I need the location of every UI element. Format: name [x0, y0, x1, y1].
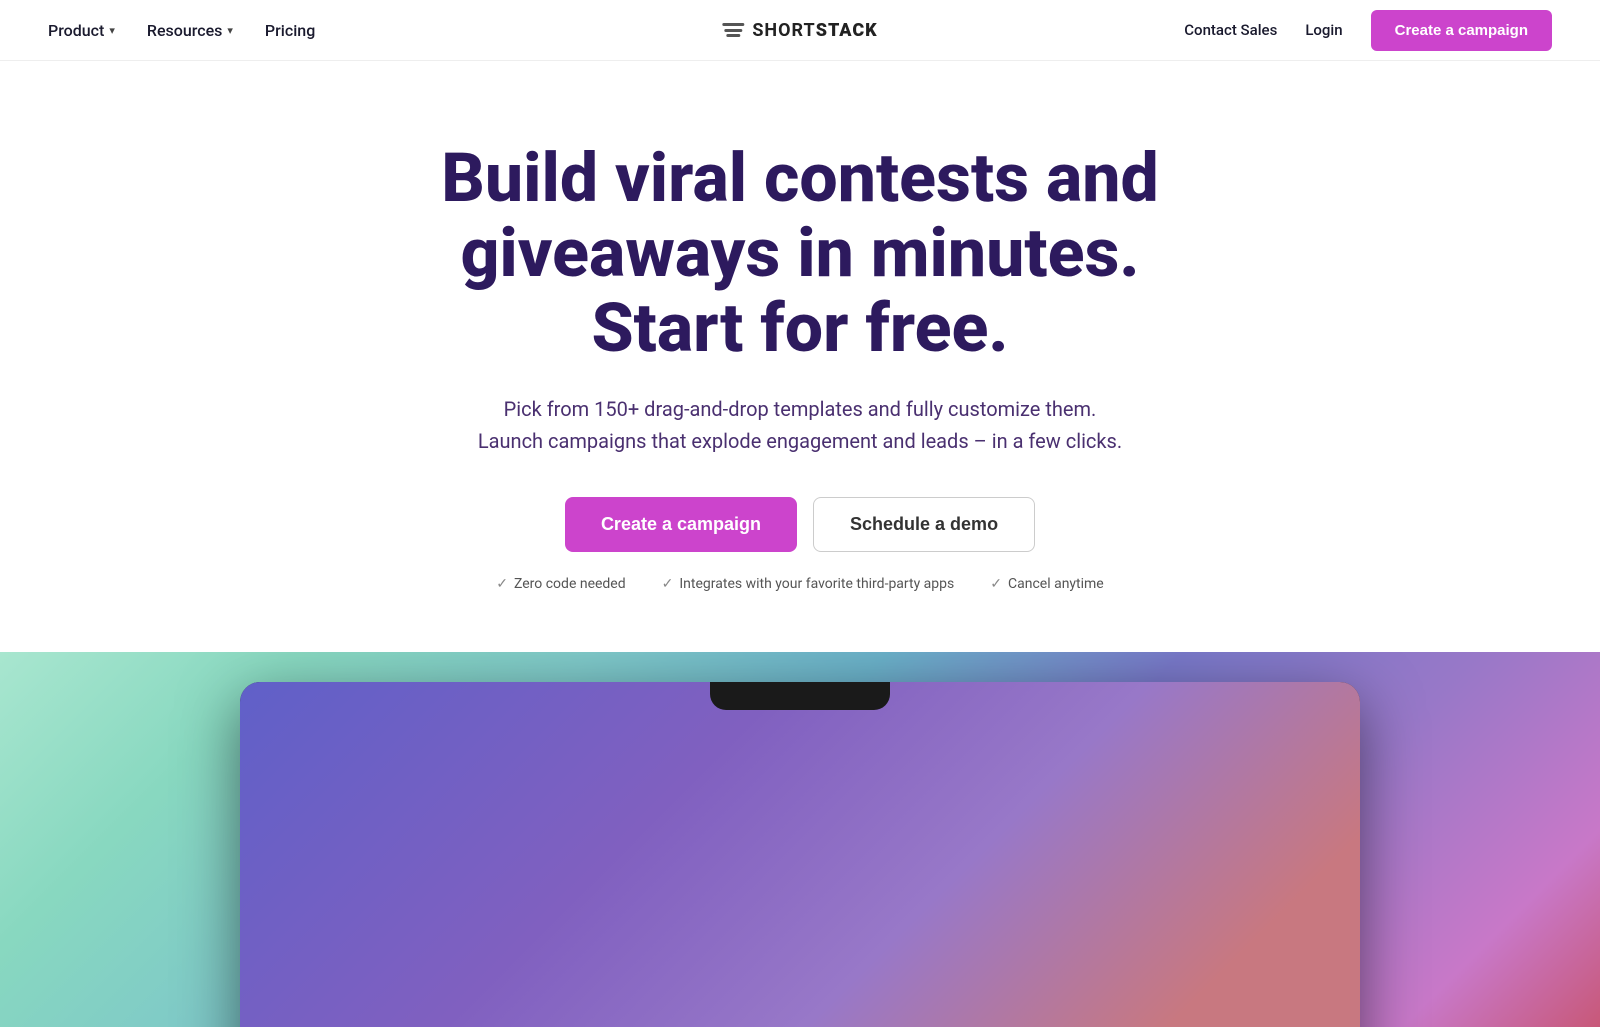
hero-headline-line3: Start for free.	[591, 288, 1008, 368]
hero-create-campaign-button[interactable]: Create a campaign	[565, 497, 797, 552]
check-label-1: Zero code needed	[514, 576, 626, 592]
logo-line-1	[722, 23, 744, 26]
site-logo[interactable]: SHORTSTACK	[722, 20, 877, 41]
check-icon-2: ✓	[662, 576, 674, 592]
nav-resources-label: Resources	[147, 21, 223, 40]
hero-headline-line2: giveaways in minutes.	[460, 213, 1139, 293]
logo-wordmark: SHORTSTACK	[752, 20, 877, 41]
nav-pricing[interactable]: Pricing	[265, 21, 315, 40]
laptop-notch	[710, 682, 890, 710]
nav-right: Contact Sales Login Create a campaign	[1184, 10, 1552, 51]
nav-pricing-label: Pricing	[265, 21, 315, 40]
hero-headline: Build viral contests and giveaways in mi…	[350, 141, 1250, 365]
nav-create-campaign-button[interactable]: Create a campaign	[1371, 10, 1552, 51]
demo-section: SHORT STACK paigns	[0, 652, 1600, 1027]
check-icon-1: ✓	[496, 576, 508, 592]
hero-subtext-line1: Pick from 150+ drag-and-drop templates a…	[504, 397, 1097, 421]
check-integrates: ✓ Integrates with your favorite third-pa…	[662, 576, 955, 592]
nav-resources[interactable]: Resources ▾	[147, 21, 233, 40]
hero-headline-line1: Build viral contests and	[441, 138, 1159, 218]
logo-icon	[722, 23, 744, 37]
screen-person	[704, 882, 1024, 1027]
login-link[interactable]: Login	[1305, 21, 1342, 39]
laptop-frame: SHORT STACK paigns	[240, 682, 1360, 1027]
check-icon-3: ✓	[990, 576, 1002, 592]
logo-line-2	[724, 29, 742, 32]
hero-buttons: Create a campaign Schedule a demo	[40, 497, 1560, 552]
contact-sales-link[interactable]: Contact Sales	[1184, 21, 1277, 39]
nav-left: Product ▾ Resources ▾ Pricing	[48, 21, 315, 40]
hero-checks: ✓ Zero code needed ✓ Integrates with you…	[40, 576, 1560, 592]
hero-schedule-demo-button[interactable]: Schedule a demo	[813, 497, 1035, 552]
hero-subtext: Pick from 150+ drag-and-drop templates a…	[460, 393, 1140, 457]
hero-section: Build viral contests and giveaways in mi…	[0, 61, 1600, 652]
navbar: Product ▾ Resources ▾ Pricing SHORTSTACK…	[0, 0, 1600, 61]
hero-subtext-line2: Launch campaigns that explode engagement…	[478, 429, 1122, 453]
check-cancel: ✓ Cancel anytime	[990, 576, 1103, 592]
product-chevron-icon: ▾	[109, 24, 115, 37]
nav-product-label: Product	[48, 21, 104, 40]
check-label-2: Integrates with your favorite third-part…	[679, 576, 954, 592]
check-label-3: Cancel anytime	[1008, 576, 1104, 592]
logo-line-3	[726, 34, 740, 37]
resources-chevron-icon: ▾	[227, 24, 233, 37]
laptop-screen: SHORT STACK paigns	[240, 682, 1360, 1027]
nav-product[interactable]: Product ▾	[48, 21, 115, 40]
check-no-code: ✓ Zero code needed	[496, 576, 625, 592]
